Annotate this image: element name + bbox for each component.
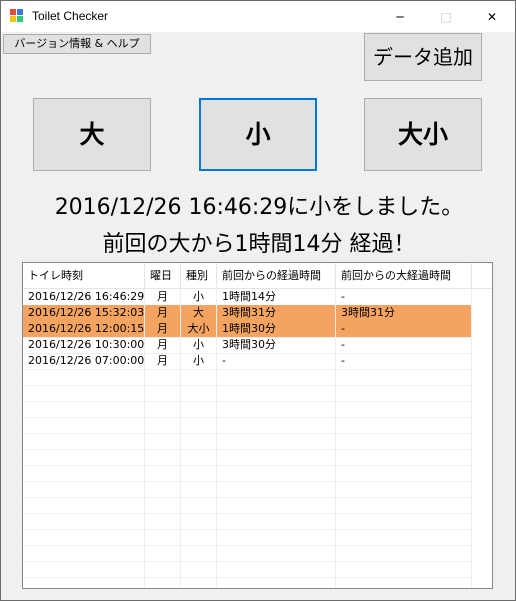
maximize-button[interactable]: □: [423, 1, 469, 32]
grid-line: [23, 561, 472, 562]
column-header-since-last[interactable]: 前回からの経過時間: [217, 263, 336, 288]
cell-since-big: -: [336, 289, 472, 305]
cell-type: 小: [181, 353, 217, 369]
table-row[interactable]: 2016/12/26 16:46:29 月小 1時間14分 -: [23, 289, 472, 306]
cell-type: 大: [181, 305, 217, 321]
grid-line: [23, 513, 472, 514]
main-window: Toilet Checker ─ □ ✕ バージョン情報 & ヘルプ データ追加…: [0, 0, 516, 601]
cell-day: 月: [145, 353, 181, 369]
list-header: トイレ時刻 曜日 種別 前回からの経過時間 前回からの大経過時間: [23, 263, 492, 289]
cell-type: 小: [181, 337, 217, 353]
column-header-type[interactable]: 種別: [181, 263, 217, 288]
big-button[interactable]: 大: [33, 98, 151, 171]
last-event-message: 2016/12/26 16:46:29に小をしました。: [54, 195, 464, 220]
grid-line: [23, 529, 472, 530]
grid-line: [23, 497, 472, 498]
add-data-button[interactable]: データ追加: [364, 33, 482, 81]
table-row[interactable]: 2016/12/26 12:00:15 月大小 1時間30分 -: [23, 321, 472, 338]
cell-day: 月: [145, 289, 181, 305]
small-button[interactable]: 小: [199, 98, 317, 171]
cell-since-big: -: [336, 321, 472, 337]
cell-since-last: 1時間30分: [217, 321, 336, 337]
cell-day: 月: [145, 321, 181, 337]
cell-since-last: 3時間31分: [217, 305, 336, 321]
cell-since-big: 3時間31分: [336, 305, 472, 321]
cell-time: 2016/12/26 16:46:29: [23, 289, 145, 305]
grid-line: [23, 433, 472, 434]
cell-time: 2016/12/26 10:30:00: [23, 337, 145, 353]
title-bar[interactable]: Toilet Checker ─ □ ✕: [1, 1, 515, 32]
grid-line: [23, 545, 472, 546]
table-row[interactable]: 2016/12/26 10:30:00 月小 3時間30分 -: [23, 337, 472, 354]
cell-type: 小: [181, 289, 217, 305]
grid-line: [23, 577, 472, 578]
grid-line: [23, 385, 472, 386]
minimize-button[interactable]: ─: [377, 1, 423, 32]
table-row[interactable]: 2016/12/26 07:00:00 月小 - -: [23, 353, 472, 370]
close-button[interactable]: ✕: [469, 1, 515, 32]
grid-line: [23, 401, 472, 402]
grid-line: [23, 417, 472, 418]
cell-since-big: -: [336, 337, 472, 353]
app-icon: [10, 9, 24, 23]
cell-time: 2016/12/26 07:00:00: [23, 353, 145, 369]
history-list[interactable]: トイレ時刻 曜日 種別 前回からの経過時間 前回からの大経過時間 2016/12…: [22, 262, 493, 589]
cell-type: 大小: [181, 321, 217, 337]
column-header-time[interactable]: トイレ時刻: [23, 263, 145, 288]
elapsed-message: 前回の大から1時間14分 経過！: [102, 232, 416, 257]
cell-since-last: 3時間30分: [217, 337, 336, 353]
cell-time: 2016/12/26 15:32:03: [23, 305, 145, 321]
cell-time: 2016/12/26 12:00:15: [23, 321, 145, 337]
column-header-day[interactable]: 曜日: [145, 263, 181, 288]
table-row[interactable]: 2016/12/26 15:32:03 月大 3時間31分 3時間31分: [23, 305, 472, 322]
grid-line: [23, 465, 472, 466]
column-header-since-big[interactable]: 前回からの大経過時間: [336, 263, 472, 288]
grid-line: [23, 449, 472, 450]
cell-since-big: -: [336, 353, 472, 369]
cell-since-last: 1時間14分: [217, 289, 336, 305]
grid-line: [23, 481, 472, 482]
cell-day: 月: [145, 337, 181, 353]
cell-day: 月: [145, 305, 181, 321]
big-small-button[interactable]: 大小: [364, 98, 482, 171]
window-title: Toilet Checker: [32, 9, 109, 23]
cell-since-last: -: [217, 353, 336, 369]
version-help-button[interactable]: バージョン情報 & ヘルプ: [3, 34, 151, 54]
